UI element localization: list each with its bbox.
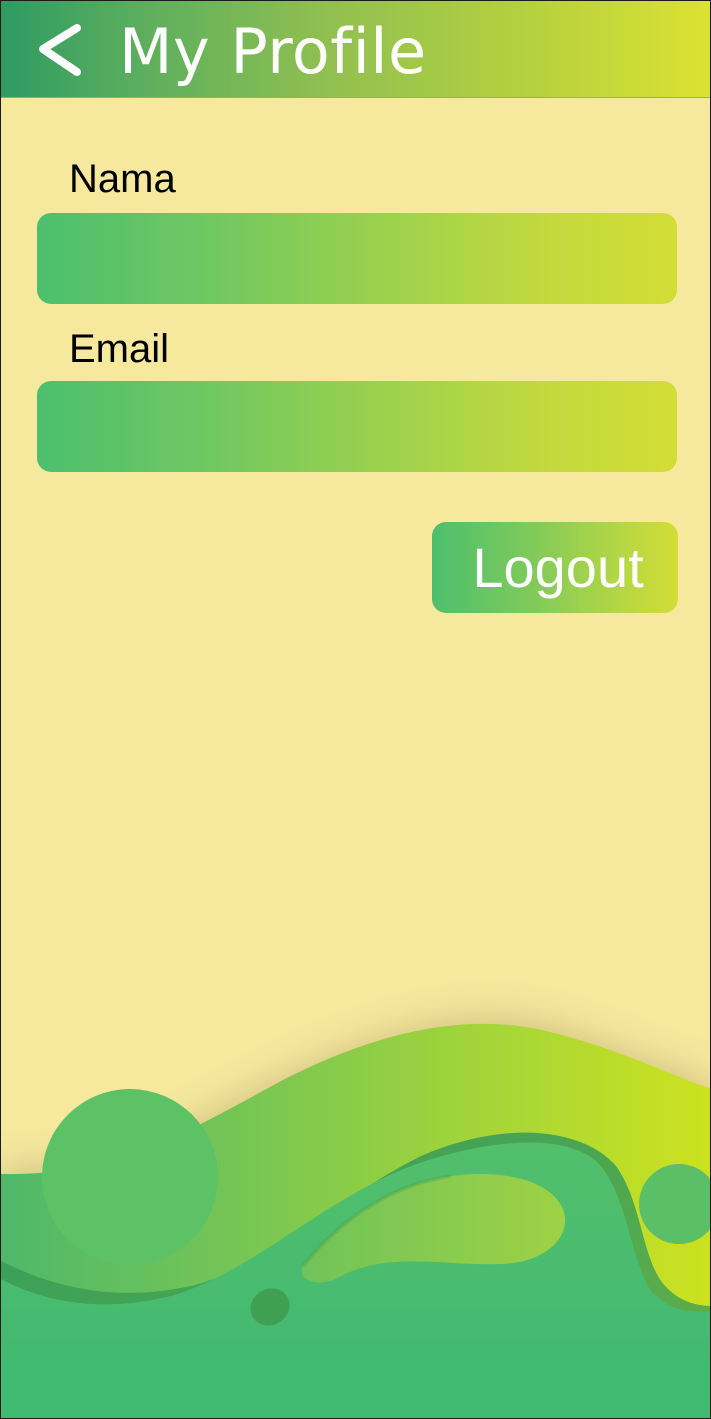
email-field[interactable] [37,381,677,472]
logout-button-label: Logout [472,536,644,599]
app-header: My Profile [1,1,710,98]
email-label: Email [69,327,170,371]
chevron-left-icon [39,24,81,76]
back-button[interactable] [31,19,91,81]
profile-screen: My Profile Nama Email Logout [0,0,711,1419]
nama-field[interactable] [37,213,677,304]
page-title: My Profile [119,15,427,88]
logout-button[interactable]: Logout [432,522,678,613]
nama-label: Nama [69,157,176,201]
wave-decoration [1,1023,710,1418]
